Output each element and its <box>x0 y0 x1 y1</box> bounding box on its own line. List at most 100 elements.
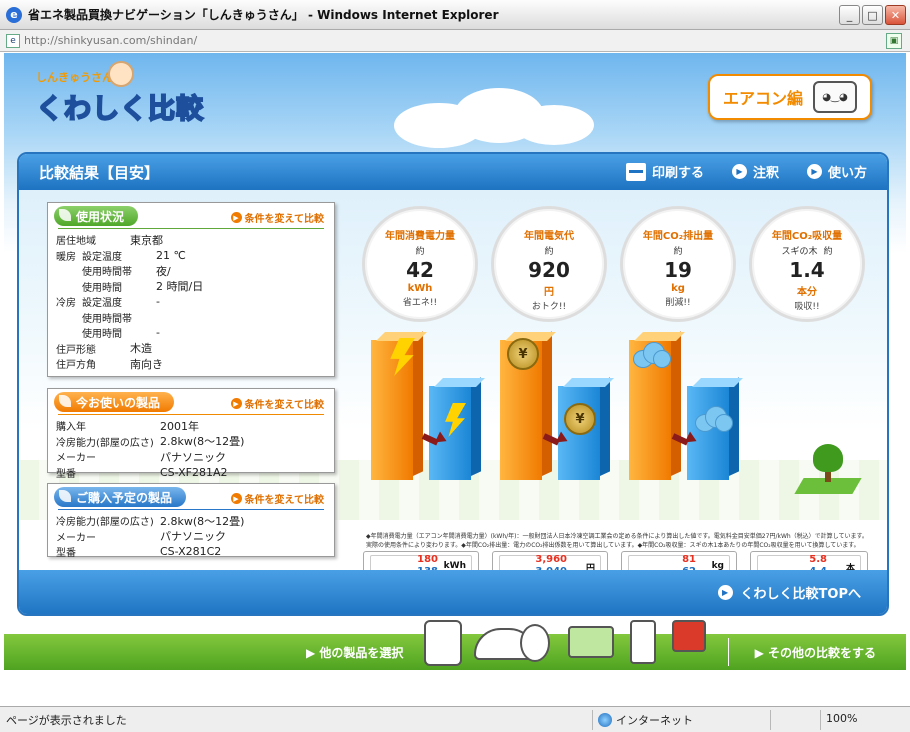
usage-box: 使用状況 ▶ 条件を変えて比較 居住地域 東京都 暖房 設定温度 21 ℃ 使用時間帯 夜/使… <box>47 202 335 377</box>
usage-rows: 居住地域 東京都 暖房 設定温度 21 ℃ 使用時間帯 夜/使用時間 2 時間/日 冷房 設定温度… <box>48 229 334 375</box>
saving-unit: 円 <box>544 287 554 298</box>
saving-note: 吸収!! <box>794 302 820 312</box>
info-row: 型番 CS-XF281A2 <box>56 465 228 480</box>
status-bar: ページが表示されました インターネット 100% <box>0 706 910 732</box>
info-row: 住戸方角 南向き <box>56 357 163 372</box>
arrow-circle-icon: ▶ <box>731 164 747 179</box>
leaf-icon <box>59 395 71 407</box>
aircon-mascot-icon: ◕‿◕ <box>813 81 857 113</box>
ie-logo-icon: e <box>6 6 22 23</box>
arrow-circle-icon: ▶ <box>230 493 242 504</box>
planned-product-title: ご購入予定の製品 <box>54 487 187 507</box>
detail-top-label: くわしく比較TOPへ <box>740 587 861 602</box>
planned-product-box: ご購入予定の製品 ▶ 条件を変えて比較 冷房能力(部屋の広さ) 2.8kw(8〜12… <box>47 483 335 559</box>
saving-note: 削減!! <box>665 298 691 308</box>
planned-rows: 冷房能力(部屋の広さ) 2.8kw(8〜12畳) メーカー パナソニック 型番 CS-X2… <box>48 510 334 563</box>
saving-label: 年間CO₂排出量 <box>642 231 714 242</box>
info-row: 居住地域 東京都 <box>56 233 163 248</box>
mascot-icon <box>630 620 656 664</box>
decrease-arrow-icon <box>423 428 449 444</box>
current-product-box: 今お使いの製品 ▶ 条件を変えて比較 購入年 2001年 冷房能力(部屋の広さ) 2.8… <box>47 388 335 480</box>
site-logo[interactable]: しんきゅうさん くわしく比較 <box>32 61 222 133</box>
aircon-category-label: エアコン編 <box>722 89 803 108</box>
saving-label: 年間CO₂吸収量 <box>771 231 843 242</box>
value-current: 3,960 <box>535 554 567 565</box>
info-row: 冷房 設定温度 - <box>56 295 160 310</box>
info-row: メーカー パナソニック <box>56 450 226 465</box>
aircon-category-button[interactable]: エアコン編 ◕‿◕ <box>708 74 872 120</box>
window-titlebar: e 省エネ製品買換ナビゲーション「しんきゅうさん」 - Windows Inte… <box>0 0 910 30</box>
current-rows: 購入年 2001年 冷房能力(部屋の広さ) 2.8kw(8〜12畳) メーカー パナソニッ… <box>48 415 334 483</box>
decrease-arrow-icon <box>544 428 570 444</box>
cedar-tree-icon <box>794 444 862 496</box>
panel-header: 比較結果【目安】 印刷する ▶ 注釈 ▶ 使い方 <box>19 154 887 190</box>
info-row: 住戸形態 木造 <box>56 342 152 356</box>
print-link[interactable]: 印刷する <box>625 162 704 181</box>
howto-label: 使い方 <box>827 166 867 181</box>
select-other-product-link[interactable]: ▶ 他の製品を選択 <box>306 644 403 661</box>
page-icon: e <box>6 33 20 48</box>
saving-approx: 約 <box>415 247 425 257</box>
info-row: 使用時間帯 <box>82 313 132 325</box>
leaf-icon <box>59 490 71 502</box>
saving-value: 1.4 <box>789 258 825 282</box>
logo-title: くわしく比較 <box>35 93 204 126</box>
saving-circle: 年間消費電力量約 42 kWh 省エネ!! <box>362 206 478 322</box>
arrow-circle-icon: ▶ <box>230 398 242 409</box>
footnote-text: ◆年間消費電力量（エアコン年間消費電力量）(kWh/年)：一般財団法人日本冷凍空… <box>366 533 868 549</box>
info-row: 使用時間 2 時間/日 <box>82 280 204 294</box>
saving-circle: 年間CO₂吸収量 スギの木約 1.4 本分 吸収!! <box>749 206 865 322</box>
saving-value: 42 <box>406 258 434 282</box>
detail-top-link[interactable]: ▶ くわしく比較TOPへ <box>717 583 861 602</box>
arrow-circle-icon: ▶ <box>230 212 242 223</box>
value-current: 180 <box>417 554 438 565</box>
notes-link[interactable]: ▶ 注釈 <box>731 162 779 181</box>
globe-icon <box>598 713 612 727</box>
value-current: 81 <box>682 554 696 565</box>
saving-label: 年間消費電力量 <box>385 231 455 242</box>
info-row: 購入年 2001年 <box>56 419 199 434</box>
mascot-icon <box>424 620 462 666</box>
other-comparison-link[interactable]: ▶ その他の比較をする <box>755 644 876 661</box>
address-bar: e http://shinkyusan.com/shindan/ ▣ <box>0 30 910 52</box>
info-row: メーカー パナソニック <box>56 530 226 544</box>
info-row: 冷房能力(部屋の広さ) 2.8kw(8〜12畳) <box>56 514 245 529</box>
close-button[interactable]: ✕ <box>885 5 906 25</box>
info-row: 暖房 設定温度 21 ℃ <box>56 248 186 263</box>
notes-label: 注釈 <box>752 166 779 181</box>
saving-unit: kg <box>671 283 685 294</box>
saving-unit: kWh <box>407 283 433 294</box>
saving-value: 19 <box>664 258 692 282</box>
co2-cloud-icon <box>693 406 733 434</box>
current-change-link[interactable]: ▶ 条件を変えて比較 <box>230 396 324 411</box>
cloud-decoration <box>364 83 604 153</box>
mascot-icon <box>520 624 550 662</box>
usage-change-link[interactable]: ▶ 条件を変えて比較 <box>230 210 324 225</box>
address-url[interactable]: http://shinkyusan.com/shindan/ <box>24 34 197 47</box>
mascot-icon <box>568 626 614 658</box>
saving-approx: 約 <box>544 247 554 257</box>
info-row: 使用時間 - <box>82 326 160 341</box>
panel-title: 比較結果【目安】 <box>39 163 160 182</box>
co2-cloud-icon <box>631 342 671 370</box>
saving-label: 年間電気代 <box>524 231 574 242</box>
zoom-level[interactable]: 100% <box>826 712 857 725</box>
arrow-circle-icon: ▶ <box>806 164 822 179</box>
saving-circle: 年間電気代約 920 円おトク!! <box>491 206 607 322</box>
howto-link[interactable]: ▶ 使い方 <box>806 162 867 181</box>
info-row: 型番 CS-X281C2 <box>56 545 222 560</box>
maximize-button[interactable]: □ <box>862 5 883 25</box>
compat-view-icon[interactable]: ▣ <box>886 33 902 49</box>
leaf-icon <box>59 209 71 221</box>
saving-circle: 年間CO₂排出量約 19 kg 削減!! <box>620 206 736 322</box>
saving-value: 920 <box>528 258 570 282</box>
panel-body: 使用状況 ▶ 条件を変えて比較 居住地域 東京都 暖房 設定温度 21 ℃ 使用時間帯 夜/使… <box>19 190 887 583</box>
saving-approx: スギの木約 <box>781 247 833 257</box>
baby-mascot-icon <box>108 61 134 87</box>
saving-note: 省エネ!! <box>402 298 438 308</box>
saving-approx: 約 <box>673 247 683 257</box>
mascot-icon <box>672 620 706 652</box>
security-zone[interactable]: インターネット <box>598 712 693 728</box>
planned-change-link[interactable]: ▶ 条件を変えて比較 <box>230 491 324 506</box>
minimize-button[interactable]: _ <box>839 5 860 25</box>
